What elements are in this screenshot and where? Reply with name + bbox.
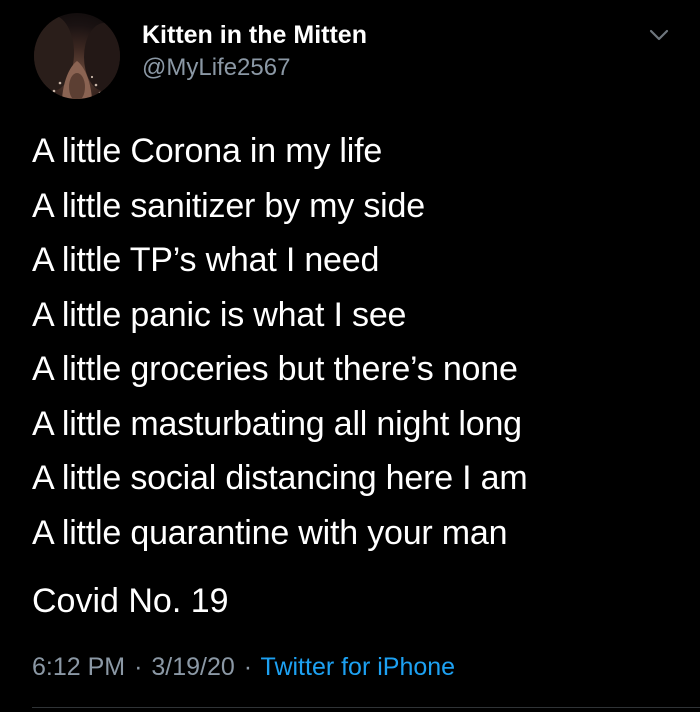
tweet-date[interactable]: 3/19/20 xyxy=(151,653,234,681)
tweet-source-link[interactable]: Twitter for iPhone xyxy=(261,653,456,681)
poem-line: A little panic is what I see xyxy=(32,295,407,334)
chevron-down-icon[interactable] xyxy=(646,22,672,48)
tweet-time[interactable]: 6:12 PM xyxy=(32,653,125,681)
separator: · xyxy=(243,653,253,681)
tweet-signoff: Covid No. 19 xyxy=(32,582,229,620)
tweet-text: A little Corona in my life A little sani… xyxy=(32,124,528,560)
poem-line: A little Corona in my life xyxy=(32,132,383,170)
poem-line: A little masturbating all night long xyxy=(32,404,522,443)
separator: · xyxy=(134,653,143,681)
tweet: Kitten in the Mitten @MyLife2567 A littl… xyxy=(0,0,700,712)
tweet-metadata: 6:12 PM · 3/19/20 · Twitter for iPhone xyxy=(32,650,455,684)
author-handle[interactable]: @MyLife2567 xyxy=(142,53,290,83)
poem-line: A little groceries but there’s none xyxy=(32,350,518,388)
author-display-name[interactable]: Kitten in the Mitten xyxy=(142,20,367,50)
poem-line: A little sanitizer by my side xyxy=(32,186,425,225)
poem-line: A little quarantine with your man xyxy=(32,513,508,552)
poem-line: A little social distancing here I am xyxy=(32,459,528,497)
divider xyxy=(32,707,700,708)
profile-photo-icon xyxy=(34,15,120,99)
avatar[interactable] xyxy=(34,13,120,99)
poem-line: A little TP’s what I need xyxy=(32,241,380,279)
